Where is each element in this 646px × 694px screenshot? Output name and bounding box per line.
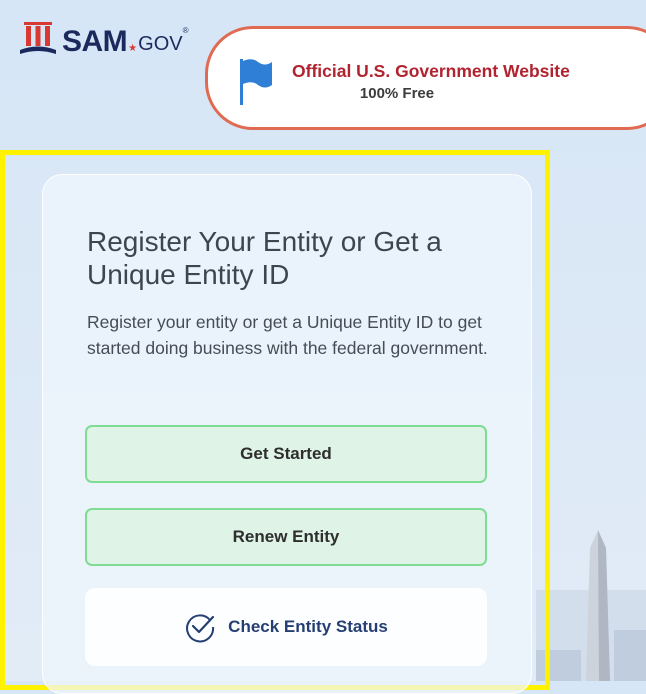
check-entity-status-label: Check Entity Status [228, 617, 388, 636]
uncle-sam-hat-icon [20, 22, 56, 54]
check-entity-status-button[interactable]: Check Entity Status [85, 588, 487, 666]
logo-star-icon: ★ [128, 43, 138, 54]
sam-gov-logo[interactable]: SAM ★ GOV ® [18, 22, 189, 58]
washington-monument-illustration [536, 530, 646, 681]
free-text: 100% Free [359, 85, 435, 102]
get-started-button[interactable]: Get Started [85, 425, 487, 483]
get-started-label: Get Started [240, 444, 332, 463]
official-website-banner: Official U.S. Government Website 100% Fr… [205, 26, 646, 130]
card-description: Register your entity or get a Unique Ent… [87, 312, 488, 358]
register-entity-card: Register Your Entity or Get a Unique Ent… [42, 174, 532, 694]
logo-sam-text: SAM [62, 25, 128, 58]
renew-entity-label: Renew Entity [232, 527, 340, 546]
logo-gov-text: GOV [138, 33, 183, 55]
check-circle-icon [186, 614, 215, 643]
official-website-text: Official U.S. Government Website [292, 61, 570, 81]
card-title: Register Your Entity or Get a Unique Ent… [87, 226, 442, 290]
renew-entity-button[interactable]: Renew Entity [85, 508, 487, 566]
flag-icon [240, 59, 272, 105]
logo-registered-mark: ® [182, 26, 189, 35]
